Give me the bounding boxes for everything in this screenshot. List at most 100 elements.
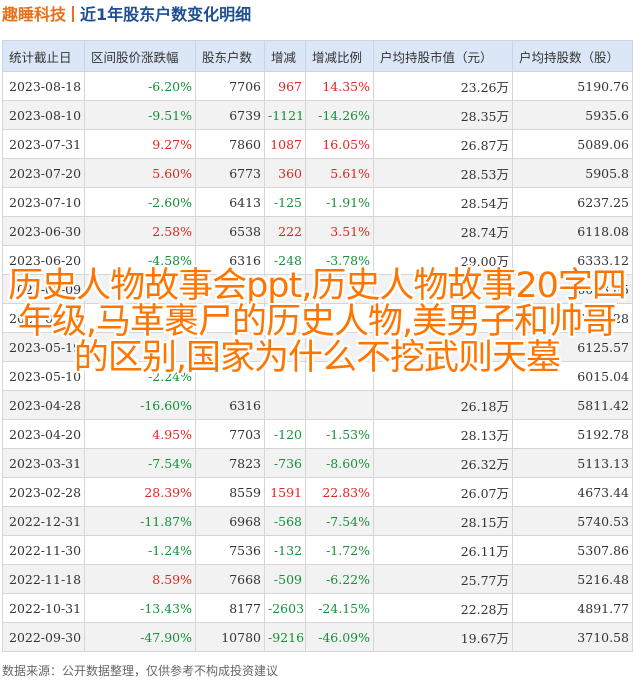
cell-change-ratio: -6.22% — [305, 564, 374, 594]
cell-change — [264, 332, 306, 362]
cell-avg-value — [373, 361, 513, 391]
table-row: 2023-06-30 2.58% 6538 222 3.51% 28.74万 6118.08 — [2, 216, 633, 246]
cell-date: 2023-04-20 — [2, 419, 85, 449]
table-row: 2023-05-31 6088.28 — [2, 303, 633, 333]
cell-change: 967 — [264, 71, 306, 101]
cell-change: -736 — [264, 448, 306, 478]
cell-price-change: -11.87% — [84, 506, 196, 536]
cell-price-change: -13.43% — [84, 593, 196, 623]
table-header-row: 统计截止日 区间股价涨跌幅 股东户数 增减 增减比例 户均持股市值（元） 户均持… — [2, 40, 633, 72]
cell-price-change: 9.27% — [84, 129, 196, 159]
cell-change-ratio: -3.78% — [305, 245, 374, 275]
cell-price-change: -7.54% — [84, 448, 196, 478]
cell-change-ratio: -24.15% — [305, 593, 374, 623]
cell-holders: 10780 — [195, 622, 265, 652]
cell-change: -1121 — [264, 100, 306, 130]
cell-change: -568 — [264, 506, 306, 536]
cell-price-change: -6.20% — [84, 71, 196, 101]
cell-date: 2023-06-20 — [2, 245, 85, 275]
cell-change-ratio: 16.05% — [305, 129, 374, 159]
cell-holders: 6538 — [195, 216, 265, 246]
cell-holders: 6773 — [195, 158, 265, 188]
cell-avg-shares: 5190.76 — [512, 71, 633, 101]
page-title: 近1年股东户数变化明细 — [80, 5, 252, 24]
brand-name: 趣睡科技 — [2, 5, 67, 24]
table-row: 2022-10-31 -13.43% 8177 -2603 -24.15% 22.28万 4… — [2, 593, 633, 623]
cell-price-change: -2.24% — [84, 361, 196, 391]
table-row: 2023-04-20 4.95% 7703 -120 -1.53% 28.13万 5192.… — [2, 419, 633, 449]
cell-date: 2022-09-30 — [2, 622, 85, 652]
header: 趣睡科技 近1年股东户数变化明细 — [0, 0, 634, 30]
cell-avg-shares: 5307.86 — [512, 535, 633, 565]
cell-change-ratio — [305, 274, 374, 304]
cell-change-ratio: -8.60% — [305, 448, 374, 478]
cell-price-change: -16.60% — [84, 390, 196, 420]
cell-avg-shares: 6333.12 — [512, 245, 633, 275]
cell-change-ratio: 5.61% — [305, 158, 374, 188]
cell-holders: 7706 — [195, 71, 265, 101]
cell-change-ratio: -46.09% — [305, 622, 374, 652]
cell-holders: 6316 — [195, 245, 265, 275]
cell-change: 1087 — [264, 129, 306, 159]
cell-avg-shares: 6237.25 — [512, 187, 633, 217]
cell-avg-value: 26.87万 — [373, 129, 513, 159]
cell-date: 2023-08-10 — [2, 100, 85, 130]
cell-avg-shares: 5811.42 — [512, 390, 633, 420]
cell-holders: 6316 — [195, 390, 265, 420]
cell-price-change: -47.90% — [84, 622, 196, 652]
cell-date: 2023-06-09 — [2, 274, 85, 304]
cell-change-ratio: 3.51% — [305, 216, 374, 246]
cell-date: 2023-05-10 — [2, 361, 85, 391]
table-row: 2023-08-10 -9.51% 6739 -1121 -14.26% 28.35万 59… — [2, 100, 633, 130]
cell-avg-value: 29.00万 — [373, 245, 513, 275]
cell-avg-value: 26.11万 — [373, 535, 513, 565]
cell-date: 2023-07-31 — [2, 129, 85, 159]
cell-avg-value: 28.35万 — [373, 100, 513, 130]
cell-date: 2023-07-20 — [2, 158, 85, 188]
cell-date: 2022-11-18 — [2, 564, 85, 594]
cell-avg-shares: 5905.8 — [512, 158, 633, 188]
cell-date: 2023-06-30 — [2, 216, 85, 246]
cell-avg-value: 28.53万 — [373, 158, 513, 188]
cell-date: 2022-10-31 — [2, 593, 85, 623]
cell-change-ratio — [305, 303, 374, 333]
cell-avg-value: 28.15万 — [373, 506, 513, 536]
cell-change — [264, 303, 306, 333]
cell-price-change: 2.58% — [84, 216, 196, 246]
cell-change: 360 — [264, 158, 306, 188]
cell-avg-value: 23.26万 — [373, 71, 513, 101]
table-row: 2022-12-31 -11.87% 6968 -568 -7.54% 28.15万 574… — [2, 506, 633, 536]
cell-holders: 8559 — [195, 477, 265, 507]
cell-holders: 7703 — [195, 419, 265, 449]
cell-holders — [195, 303, 265, 333]
table-body: 2023-08-18 -6.20% 7706 967 14.35% 23.26万 5190.… — [2, 71, 633, 652]
cell-avg-value: 26.18万 — [373, 390, 513, 420]
cell-change-ratio: -1.72% — [305, 535, 374, 565]
column-header-value: 户均持股市值（元） — [373, 40, 513, 72]
cell-change-ratio — [305, 332, 374, 362]
cell-holders — [195, 332, 265, 362]
cell-date: 2023-04-28 — [2, 390, 85, 420]
cell-avg-shares: 6125.57 — [512, 332, 633, 362]
cell-date: 2022-12-31 — [2, 506, 85, 536]
table-row: 2023-07-20 5.60% 6773 360 5.61% 28.53万 5905.8 — [2, 158, 633, 188]
cell-price-change: 8.59% — [84, 564, 196, 594]
cell-price-change — [84, 274, 196, 304]
cell-change-ratio — [305, 390, 374, 420]
cell-change: -9216 — [264, 622, 306, 652]
cell-holders: 7823 — [195, 448, 265, 478]
cell-price-change: -4.58% — [84, 245, 196, 275]
column-header-date: 统计截止日 — [2, 40, 85, 72]
table-row: 2022-11-30 -1.24% 7536 -132 -1.72% 26.11万 5307… — [2, 535, 633, 565]
cell-price-change: 4.95% — [84, 419, 196, 449]
cell-holders: 7536 — [195, 535, 265, 565]
cell-change-ratio: 14.35% — [305, 71, 374, 101]
cell-avg-shares: 5089.06 — [512, 129, 633, 159]
cell-change: 222 — [264, 216, 306, 246]
cell-price-change — [84, 332, 196, 362]
cell-avg-value: 28.54万 — [373, 187, 513, 217]
cell-date: 2023-02-28 — [2, 477, 85, 507]
table-row: 2023-08-18 -6.20% 7706 967 14.35% 23.26万 5190.… — [2, 71, 633, 101]
cell-avg-shares: 5216.48 — [512, 564, 633, 594]
table-row: 2022-09-30 -47.90% 10780 -9216 -46.09% 19.67万… — [2, 622, 633, 652]
